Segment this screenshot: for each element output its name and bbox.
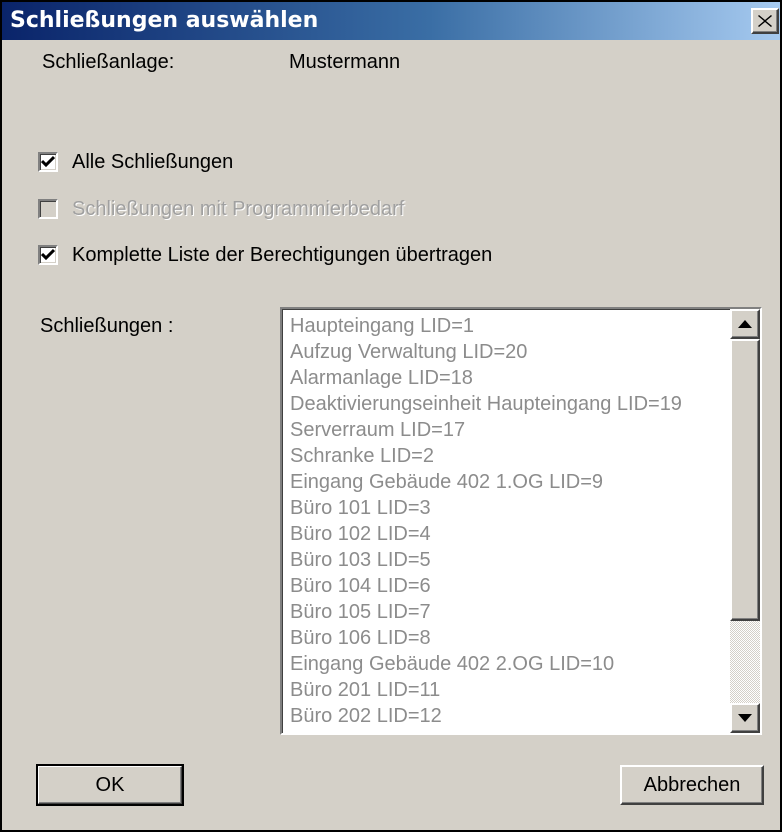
- scroll-down-arrow-icon: [738, 714, 752, 722]
- ok-button[interactable]: OK: [36, 764, 184, 806]
- checkbox-box[interactable]: [38, 152, 58, 172]
- list-item[interactable]: Büro 103 LID=5: [290, 547, 730, 573]
- list-items: Haupteingang LID=1 Aufzug Verwaltung LID=…: [290, 313, 730, 729]
- close-button[interactable]: [751, 8, 779, 34]
- list-item[interactable]: Büro 106 LID=8: [290, 625, 730, 651]
- dialog-window: Schließungen auswählen Schließanlage: Mu…: [0, 0, 782, 832]
- list-item[interactable]: Büro 101 LID=3: [290, 495, 730, 521]
- list-item[interactable]: Büro 104 LID=6: [290, 573, 730, 599]
- checkbox-box[interactable]: [38, 245, 58, 265]
- checkmark-icon: [41, 155, 55, 168]
- schliessungen-listbox[interactable]: Haupteingang LID=1 Aufzug Verwaltung LID=…: [280, 307, 762, 735]
- list-item[interactable]: Eingang Gebäude 402 2.OG LID=10: [290, 651, 730, 677]
- list-item[interactable]: Alarmanlage LID=18: [290, 365, 730, 391]
- schliessanlage-label: Schließanlage:: [42, 51, 175, 73]
- list-item[interactable]: Büro 202 LID=12: [290, 703, 730, 729]
- schliessanlage-value: Mustermann: [289, 51, 401, 73]
- scroll-up-arrow-icon: [738, 320, 752, 328]
- checkbox-label: Komplette Liste der Berechtigungen übert…: [72, 243, 493, 266]
- checkbox-label: Schließungen mit Programmierbedarf: [72, 197, 405, 220]
- list-item[interactable]: Büro 105 LID=7: [290, 599, 730, 625]
- schliessungen-list-label: Schließungen :: [40, 315, 174, 337]
- scroll-thumb[interactable]: [730, 339, 760, 621]
- scroll-up-button[interactable]: [730, 309, 760, 339]
- checkbox-box-disabled: [38, 199, 58, 219]
- title-bar[interactable]: Schließungen auswählen: [2, 2, 780, 40]
- list-item[interactable]: Büro 201 LID=11: [290, 677, 730, 703]
- checkbox-label: Alle Schließungen: [72, 150, 234, 173]
- list-item[interactable]: Haupteingang LID=1: [290, 313, 730, 339]
- window-title: Schließungen auswählen: [10, 8, 319, 33]
- list-item[interactable]: Eingang Gebäude 402 1.OG LID=9: [290, 469, 730, 495]
- checkbox-programmierbedarf: Schließungen mit Programmierbedarf: [38, 196, 404, 222]
- checkbox-alle-schliessungen[interactable]: Alle Schließungen: [38, 149, 233, 175]
- vertical-scrollbar[interactable]: [730, 309, 760, 733]
- checkbox-komplette-liste[interactable]: Komplette Liste der Berechtigungen übert…: [38, 242, 492, 268]
- list-item[interactable]: Büro 102 LID=4: [290, 521, 730, 547]
- list-item[interactable]: Deaktivierungseinheit Haupteingang LID=1…: [290, 391, 730, 417]
- scroll-track[interactable]: [730, 339, 760, 703]
- close-icon: [758, 15, 772, 27]
- cancel-button[interactable]: Abbrechen: [620, 765, 764, 805]
- list-item[interactable]: Aufzug Verwaltung LID=20: [290, 339, 730, 365]
- checkmark-icon: [41, 248, 55, 261]
- list-item[interactable]: Schranke LID=2: [290, 443, 730, 469]
- list-item[interactable]: Serverraum LID=17: [290, 417, 730, 443]
- scroll-down-button[interactable]: [730, 703, 760, 733]
